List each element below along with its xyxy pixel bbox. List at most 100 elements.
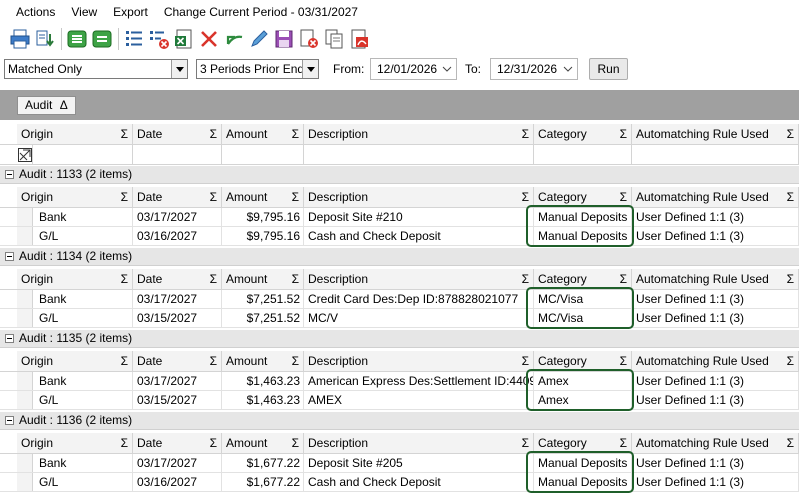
column-header-description[interactable]: Description Σ — [304, 269, 534, 289]
summary-sigma-icon[interactable]: Σ — [121, 124, 128, 144]
column-header-origin[interactable]: Origin Σ — [17, 269, 133, 289]
summary-sigma-icon[interactable]: Σ — [787, 187, 794, 207]
summary-sigma-icon[interactable]: Σ — [522, 187, 529, 207]
column-header-date[interactable]: Date Σ — [133, 433, 222, 453]
summary-sigma-icon[interactable]: Σ — [210, 433, 217, 453]
column-header-description[interactable]: Description Σ — [304, 351, 534, 371]
summary-sigma-icon[interactable]: Σ — [522, 269, 529, 289]
from-date-picker[interactable]: 12/01/2026 — [370, 58, 457, 80]
column-header-description[interactable]: Description Σ — [304, 124, 534, 144]
column-header-date[interactable]: Date Σ — [133, 187, 222, 207]
change-period-menu[interactable]: Change Current Period - 03/31/2027 — [156, 1, 366, 23]
filter-cell-date[interactable] — [133, 145, 222, 164]
summary-sigma-icon[interactable]: Σ — [787, 433, 794, 453]
column-header-category[interactable]: Category Σ — [534, 124, 632, 144]
table-row[interactable]: G/L 03/15/2027 $1,463.23 AMEX Amex User Defin… — [0, 391, 799, 410]
collapse-toggle-icon[interactable] — [5, 334, 14, 343]
table-row[interactable]: Bank 03/17/2027 $9,795.16 Deposit Site #210… — [0, 208, 799, 227]
column-header-origin[interactable]: Origin Σ — [17, 187, 133, 207]
filter-cell-origin[interactable] — [33, 145, 133, 164]
group-row[interactable]: Audit : 1133 (2 items) — [0, 166, 799, 184]
column-header-date[interactable]: Date Σ — [133, 351, 222, 371]
column-header-automatching-rule[interactable]: Automatching Rule Used Σ — [632, 187, 799, 207]
column-header-origin[interactable]: Origin Σ — [17, 433, 133, 453]
row-selector[interactable] — [17, 372, 33, 390]
summary-sigma-icon[interactable]: Σ — [522, 124, 529, 144]
table-row[interactable]: Bank 03/17/2027 $1,463.23 American Express … — [0, 372, 799, 391]
column-header-amount[interactable]: Amount Σ — [222, 269, 304, 289]
column-header-date[interactable]: Date Σ — [133, 269, 222, 289]
chevron-down-icon[interactable] — [171, 60, 187, 78]
column-header-amount[interactable]: Amount Σ — [222, 351, 304, 371]
summary-sigma-icon[interactable]: Σ — [121, 187, 128, 207]
column-header-origin[interactable]: Origin Σ — [17, 351, 133, 371]
filter-icon[interactable] — [17, 145, 33, 164]
column-header-automatching-rule[interactable]: Automatching Rule Used Σ — [632, 433, 799, 453]
menu-actions[interactable]: Actions — [0, 1, 63, 23]
collapse-toggle-icon[interactable] — [5, 416, 14, 425]
summary-sigma-icon[interactable]: Σ — [210, 187, 217, 207]
edit-icon[interactable] — [247, 27, 271, 51]
checklist-icon[interactable] — [122, 27, 146, 51]
summary-sigma-icon[interactable]: Σ — [210, 124, 217, 144]
copy-icon[interactable] — [322, 27, 346, 51]
summary-sigma-icon[interactable]: Σ — [292, 187, 299, 207]
table-row[interactable]: G/L 03/16/2027 $1,677.22 Cash and Check Dep… — [0, 473, 799, 492]
collapse-all-icon[interactable] — [90, 27, 114, 51]
row-selector[interactable] — [17, 391, 33, 409]
summary-sigma-icon[interactable]: Σ — [121, 269, 128, 289]
column-header-description[interactable]: Description Σ — [304, 433, 534, 453]
row-selector[interactable] — [17, 454, 33, 472]
table-row[interactable]: Bank 03/17/2027 $1,677.22 Deposit Site #205… — [0, 454, 799, 473]
checklist-remove-icon[interactable] — [147, 27, 171, 51]
column-header-category[interactable]: Category Σ — [534, 351, 632, 371]
column-header-category[interactable]: Category Σ — [534, 433, 632, 453]
group-row[interactable]: Audit : 1136 (2 items) — [0, 412, 799, 430]
column-header-automatching-rule[interactable]: Automatching Rule Used Σ — [632, 124, 799, 144]
summary-sigma-icon[interactable]: Σ — [292, 124, 299, 144]
row-selector[interactable] — [17, 208, 33, 226]
summary-sigma-icon[interactable]: Σ — [620, 124, 627, 144]
collapse-toggle-icon[interactable] — [5, 170, 14, 179]
match-filter-select[interactable]: Matched Only — [4, 59, 188, 79]
export-pdf-icon[interactable] — [347, 27, 371, 51]
summary-sigma-icon[interactable]: Σ — [121, 351, 128, 371]
undo-icon[interactable] — [222, 27, 246, 51]
collapse-toggle-icon[interactable] — [5, 252, 14, 261]
column-header-date[interactable]: Date Σ — [133, 124, 222, 144]
period-filter-select[interactable]: 3 Periods Prior Ending — [196, 59, 319, 79]
chevron-down-icon[interactable] — [442, 59, 452, 79]
summary-sigma-icon[interactable]: Σ — [787, 124, 794, 144]
summary-sigma-icon[interactable]: Σ — [210, 269, 217, 289]
filter-cell-automatching-rule[interactable] — [632, 145, 799, 164]
column-header-amount[interactable]: Amount Σ — [222, 433, 304, 453]
run-button[interactable]: Run — [589, 58, 628, 80]
filter-cell-description[interactable] — [304, 145, 534, 164]
summary-sigma-icon[interactable]: Σ — [620, 187, 627, 207]
row-selector[interactable] — [17, 227, 33, 245]
column-header-description[interactable]: Description Σ — [304, 187, 534, 207]
column-header-origin[interactable]: Origin Σ — [17, 124, 133, 144]
filter-cell-amount[interactable] — [222, 145, 304, 164]
row-selector[interactable] — [17, 309, 33, 327]
save-icon[interactable] — [272, 27, 296, 51]
group-by-chip-audit[interactable]: Audit Δ — [17, 96, 76, 115]
column-header-amount[interactable]: Amount Σ — [222, 187, 304, 207]
table-row[interactable]: G/L 03/15/2027 $7,251.52 MC/V MC/Visa User De… — [0, 309, 799, 328]
summary-sigma-icon[interactable]: Σ — [620, 351, 627, 371]
summary-sigma-icon[interactable]: Σ — [292, 351, 299, 371]
summary-sigma-icon[interactable]: Σ — [620, 269, 627, 289]
column-header-amount[interactable]: Amount Σ — [222, 124, 304, 144]
column-header-category[interactable]: Category Σ — [534, 187, 632, 207]
table-row[interactable]: Bank 03/17/2027 $7,251.52 Credit Card Des:D… — [0, 290, 799, 309]
summary-sigma-icon[interactable]: Σ — [210, 351, 217, 371]
print-preview-icon[interactable] — [33, 27, 57, 51]
row-selector[interactable] — [17, 290, 33, 308]
group-row[interactable]: Audit : 1135 (2 items) — [0, 330, 799, 348]
group-row[interactable]: Audit : 1134 (2 items) — [0, 248, 799, 266]
menu-view[interactable]: View — [63, 1, 105, 23]
expand-all-icon[interactable] — [65, 27, 89, 51]
summary-sigma-icon[interactable]: Σ — [522, 433, 529, 453]
summary-sigma-icon[interactable]: Σ — [292, 433, 299, 453]
chevron-down-icon[interactable] — [563, 59, 573, 79]
